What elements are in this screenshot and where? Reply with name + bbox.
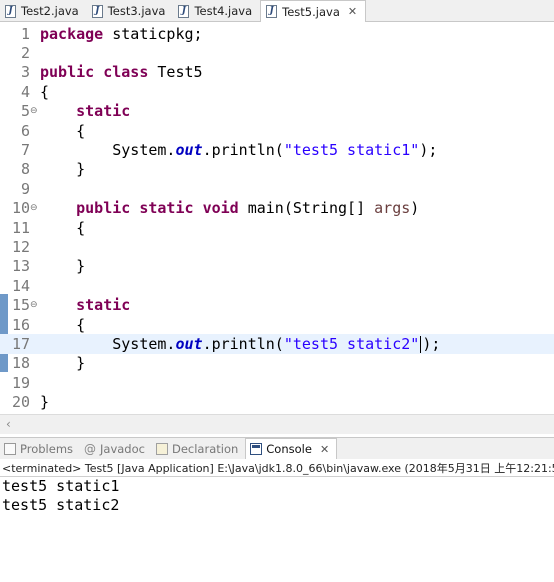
line-number: 14	[11, 276, 30, 295]
code-line[interactable]: 14	[0, 276, 554, 295]
line-number: 3	[20, 63, 30, 82]
line-number: 9	[20, 179, 30, 198]
line-number: 5	[20, 102, 30, 121]
editor-tab-bar: J Test2.java J Test3.java J Test4.java J…	[0, 0, 554, 23]
java-file-icon: J	[266, 5, 278, 18]
code-text: }	[40, 393, 50, 412]
tab-declaration[interactable]: Declaration	[152, 438, 245, 460]
javadoc-icon: @	[84, 441, 97, 456]
line-number: 13	[11, 257, 30, 276]
close-icon[interactable]: ✕	[348, 5, 357, 18]
code-line[interactable]: 2	[0, 43, 554, 62]
code-line[interactable]: 18 }	[0, 354, 554, 373]
code-line[interactable]: 12	[0, 237, 554, 256]
code-text: System.out.println("test5 static1");	[40, 141, 438, 160]
java-file-icon: J	[178, 4, 190, 18]
tab-console[interactable]: Console ✕	[245, 437, 338, 460]
code-line[interactable]: 6 {	[0, 121, 554, 140]
tab-label: Test3.java	[107, 4, 166, 18]
console-output-line: test5 static2	[2, 496, 120, 514]
code-line[interactable]: 3 public class Test5	[0, 63, 554, 82]
code-text: public static void main(String[] args)	[76, 199, 420, 218]
code-editor[interactable]: 1 package staticpkg; 2 3 public class Test5 4…	[0, 22, 554, 434]
line-number: 2	[20, 44, 30, 63]
views-tab-bar: Problems @ Javadoc Declaration Console ✕	[0, 437, 554, 460]
code-text: static	[76, 296, 131, 315]
tab-label: Test5.java	[282, 4, 340, 19]
line-number: 12	[11, 238, 30, 257]
java-file-icon: J	[91, 4, 103, 18]
console-icon	[250, 443, 263, 455]
tab-test4[interactable]: J Test4.java	[173, 0, 260, 22]
code-line[interactable]: 8 }	[0, 160, 554, 179]
line-number: 1	[20, 24, 30, 43]
line-number: 6	[20, 121, 30, 140]
code-text: }	[40, 354, 86, 373]
code-text: System.out.println("test5 static2");	[40, 335, 441, 354]
code-line[interactable]: 17 System.out.println("test5 static2");	[0, 334, 554, 354]
line-number: 20	[11, 393, 30, 412]
line-number: 11	[11, 218, 30, 237]
declaration-icon	[155, 442, 168, 455]
code-line[interactable]: 16 {	[0, 315, 554, 334]
code-text: {	[40, 82, 50, 101]
line-number: 8	[20, 160, 30, 179]
console-output-line: test5 static1	[2, 477, 120, 495]
tab-label: Test2.java	[21, 4, 79, 18]
code-text: }	[40, 257, 86, 276]
tab-problems[interactable]: Problems	[0, 438, 80, 460]
code-text: {	[40, 315, 86, 334]
console-status: <terminated> Test5 [Java Application] E:…	[0, 459, 554, 477]
java-file-icon: J	[5, 4, 16, 18]
tab-label: Console	[266, 442, 312, 456]
fold-toggle-icon[interactable]: ⊖	[30, 106, 38, 116]
problems-icon	[4, 442, 16, 455]
fold-toggle-icon[interactable]: ⊖	[30, 203, 38, 213]
tab-test5[interactable]: J Test5.java ✕	[260, 0, 367, 23]
tab-test3[interactable]: J Test3.java	[87, 0, 174, 22]
line-number: 16	[11, 315, 30, 334]
code-line[interactable]: 13 }	[0, 257, 554, 276]
horizontal-scrollbar[interactable]: ‹	[0, 414, 554, 434]
line-number: 19	[11, 373, 30, 392]
code-line[interactable]: 10 ⊖ public static void main(String[] arg…	[0, 199, 554, 218]
tab-test2[interactable]: J Test2.java	[0, 0, 87, 22]
code-text: }	[40, 160, 86, 179]
code-line[interactable]: 4{	[0, 82, 554, 101]
console-output[interactable]: test5 static1 test5 static2	[0, 477, 554, 582]
code-line[interactable]: 5 ⊖ static	[0, 102, 554, 121]
code-text: package staticpkg;	[40, 24, 203, 43]
tab-label: Declaration	[171, 441, 239, 456]
line-number: 10	[11, 199, 30, 218]
code-text: static	[76, 102, 131, 121]
code-text: public class Test5	[40, 63, 203, 82]
line-number: 7	[20, 141, 30, 160]
line-number: 18	[11, 354, 30, 373]
code-line[interactable]: 19	[0, 373, 554, 392]
line-number: 17	[11, 335, 30, 354]
close-icon[interactable]: ✕	[320, 443, 329, 456]
tab-javadoc[interactable]: @ Javadoc	[80, 438, 152, 460]
line-number: 4	[20, 82, 30, 101]
code-line[interactable]: 1 package staticpkg;	[0, 24, 554, 43]
code-line[interactable]: 9	[0, 179, 554, 198]
tab-label: Test4.java	[194, 4, 253, 18]
tab-label: Javadoc	[100, 441, 145, 456]
code-line[interactable]: 20}	[0, 393, 554, 412]
tab-label: Problems	[20, 441, 74, 456]
scroll-left-icon[interactable]: ‹	[6, 417, 11, 431]
code-line[interactable]: 11 {	[0, 218, 554, 237]
code-text: {	[40, 121, 86, 140]
code-text: {	[40, 218, 86, 237]
line-number: 15	[11, 296, 30, 315]
code-line[interactable]: 15 ⊖ static	[0, 296, 554, 315]
fold-toggle-icon[interactable]: ⊖	[30, 300, 38, 310]
code-line[interactable]: 7 System.out.println("test5 static1");	[0, 140, 554, 159]
